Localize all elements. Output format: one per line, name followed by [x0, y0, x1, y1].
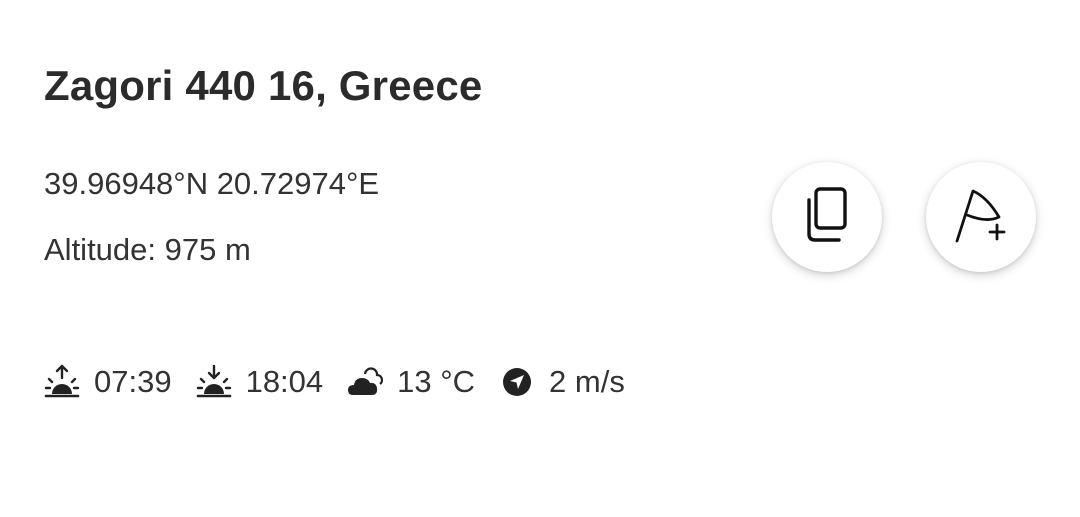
temperature-value: 13 °C — [397, 364, 476, 399]
sunset-icon — [196, 364, 232, 400]
wind-stat: 2 m/s — [499, 362, 625, 402]
sunrise-icon — [44, 364, 80, 400]
add-waypoint-flag-icon — [951, 185, 1011, 250]
sunset-time: 18:04 — [245, 364, 324, 399]
wind-direction-icon — [499, 364, 535, 400]
copy-icon — [803, 186, 851, 249]
sunrise-time: 07:39 — [94, 364, 172, 399]
conditions-row: 07:39 18:04 13 °C 2 m/s — [44, 362, 649, 402]
sunrise-stat: 07:39 — [44, 362, 172, 402]
coordinates-text: 39.96948°N 20.72974°E — [44, 166, 380, 201]
location-title: Zagori 440 16, Greece — [44, 62, 483, 109]
altitude-label: Altitude: — [44, 232, 157, 267]
altitude-row: Altitude: 975 m — [44, 232, 251, 268]
copy-coordinates-button[interactable] — [772, 162, 882, 272]
partly-cloudy-icon — [347, 364, 384, 400]
location-info-panel: Zagori 440 16, Greece 39.96948°N 20.7297… — [0, 0, 1080, 517]
add-waypoint-button[interactable] — [926, 162, 1036, 272]
sunset-stat: 18:04 — [196, 362, 324, 402]
temperature-stat: 13 °C — [347, 362, 475, 402]
wind-speed: 2 m/s — [549, 364, 625, 399]
altitude-value: 975 m — [164, 232, 251, 267]
